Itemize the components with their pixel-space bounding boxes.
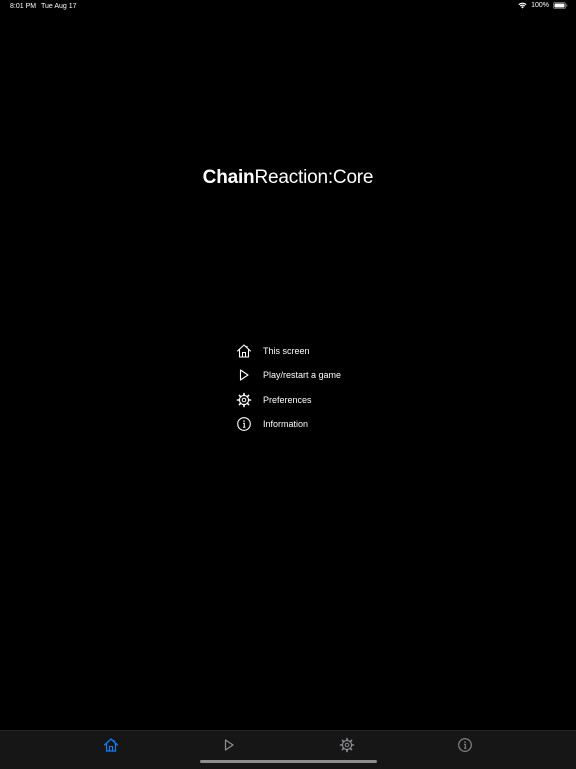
- battery-icon: [553, 2, 568, 9]
- tab-home[interactable]: [103, 737, 119, 758]
- legend-label: This screen: [263, 346, 310, 357]
- home-indicator[interactable]: [200, 760, 377, 763]
- app-title-bold: Chain: [202, 167, 255, 188]
- info-icon: [236, 416, 252, 432]
- tab-preferences[interactable]: [339, 737, 355, 758]
- play-icon: [221, 737, 237, 758]
- app-title-regular: Reaction:Core: [254, 167, 374, 188]
- status-date: Tue Aug 17: [41, 3, 77, 10]
- gear-icon: [236, 392, 252, 408]
- legend-item-preferences: Preferences: [236, 388, 396, 412]
- house-icon: [236, 343, 252, 359]
- legend-item-information: Information: [236, 412, 396, 436]
- status-time: 8:01 PM: [10, 3, 37, 10]
- wifi-icon: [518, 2, 527, 9]
- legend-item-play: Play/restart a game: [236, 363, 396, 387]
- info-icon: [457, 737, 473, 758]
- tab-play[interactable]: [221, 737, 237, 758]
- tab-bar: [0, 730, 576, 769]
- status-bar: 8:01 PM Tue Aug 17 100%: [0, 0, 576, 14]
- legend-label: Play/restart a game: [263, 370, 342, 381]
- status-indicators: 100%: [518, 2, 568, 9]
- legend-label: Information: [263, 419, 309, 430]
- house-icon: [103, 737, 119, 758]
- icon-legend: This screen Play/restart a game Preferen…: [236, 339, 396, 436]
- play-icon: [236, 367, 252, 383]
- gear-icon: [339, 737, 355, 758]
- legend-item-home: This screen: [236, 339, 396, 363]
- tab-information[interactable]: [457, 737, 473, 758]
- legend-label: Preferences: [263, 394, 312, 405]
- app-title: ChainReaction:Core: [0, 167, 576, 189]
- battery-percent: 100%: [531, 2, 549, 9]
